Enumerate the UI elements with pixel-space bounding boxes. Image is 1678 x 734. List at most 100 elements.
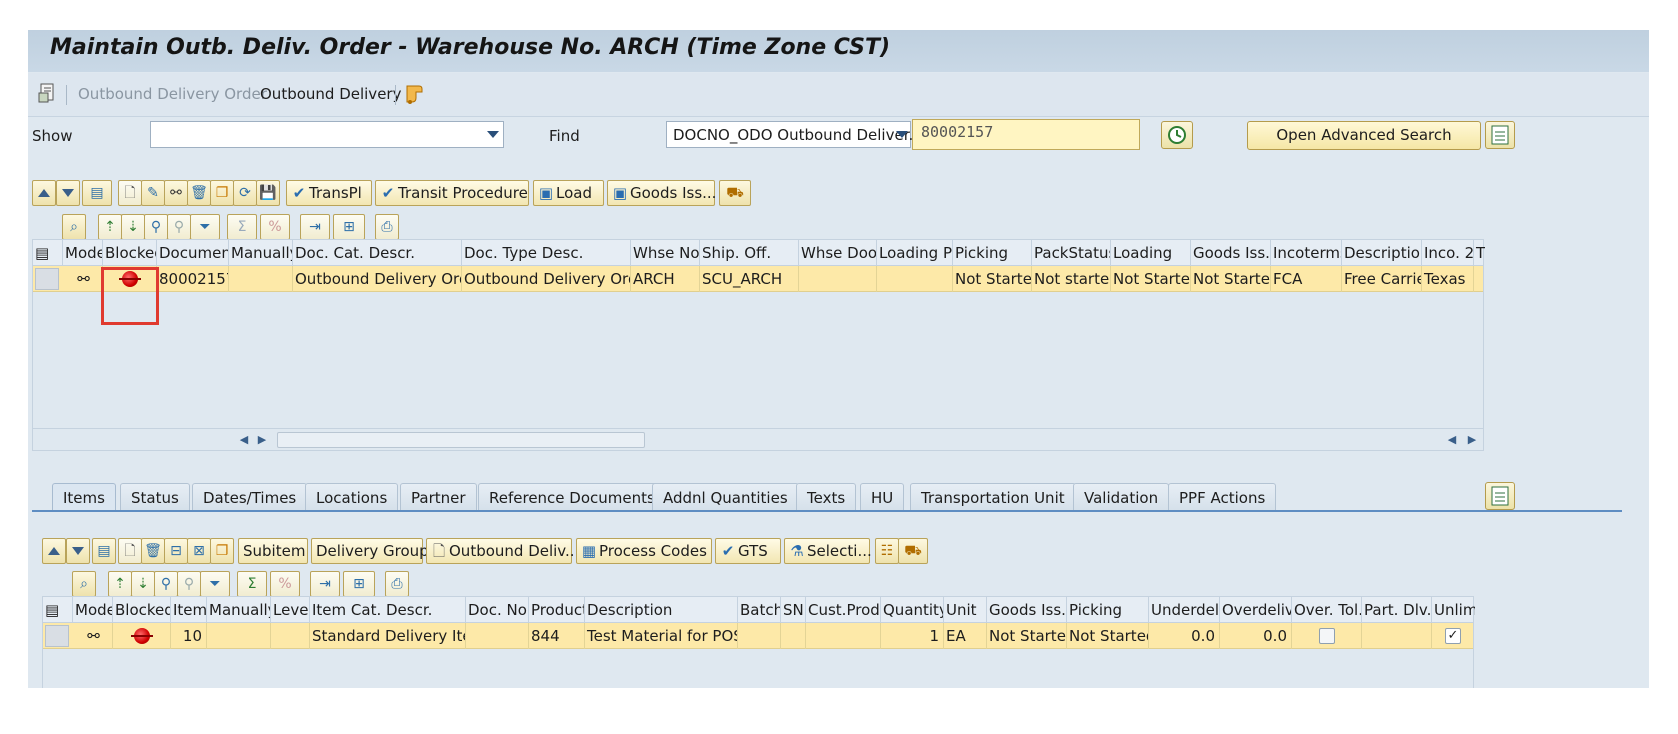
col-mode[interactable]: Mode — [73, 597, 113, 623]
col-packstatus[interactable]: PackStatus — [1032, 240, 1111, 266]
open-advanced-search-button[interactable]: Open Advanced Search — [1247, 121, 1481, 150]
col-picking[interactable]: Picking — [953, 240, 1032, 266]
col-overdeliv[interactable]: Overdeliv. — [1220, 597, 1292, 623]
scroll-thumb[interactable] — [277, 432, 645, 448]
col-description[interactable]: Description — [585, 597, 738, 623]
table-row[interactable]: ⚯ 10 Standard Delivery Item 844 Test Mat… — [43, 623, 1473, 649]
display-icon[interactable] — [38, 83, 56, 105]
mode-glasses-icon[interactable]: ⚯ — [63, 266, 103, 292]
col-goods-iss[interactable]: Goods Iss. — [987, 597, 1067, 623]
sort-descending-button[interactable]: ⇣ — [131, 571, 155, 597]
gts-button[interactable]: ✔ GTS — [715, 538, 781, 564]
copy-button[interactable]: ❐ — [210, 180, 234, 206]
sum-button[interactable]: Σ — [227, 214, 257, 240]
export-button[interactable]: ⇥ — [310, 571, 340, 597]
tab-settings-button[interactable] — [1485, 482, 1515, 510]
find-next-button[interactable]: ⚲ — [167, 214, 191, 240]
move-up-button[interactable] — [42, 538, 66, 564]
new-item-button[interactable]: 🗋 — [118, 538, 142, 564]
col-quantity[interactable]: Quantity — [881, 597, 944, 623]
col-doc-cat-descr[interactable]: Doc. Cat. Descr. — [293, 240, 462, 266]
filter-button[interactable]: ⏷ — [200, 571, 230, 597]
scroll-right-icon[interactable]: ▶ — [255, 433, 269, 447]
find-button[interactable]: ⚲ — [144, 214, 168, 240]
col-over-tol[interactable]: Over. Tol. — [1292, 597, 1362, 623]
display-mode-button[interactable]: ⚯ — [164, 180, 188, 206]
sum-button[interactable]: Σ — [237, 571, 267, 597]
col-item[interactable]: Item — [171, 597, 207, 623]
transpl-button[interactable]: ✔ TransPl — [286, 180, 372, 206]
col-cust-prod[interactable]: Cust.Prod. — [806, 597, 881, 623]
new-document-button[interactable]: 🗋 — [118, 180, 142, 206]
mode-glasses-icon[interactable]: ⚯ — [73, 623, 113, 649]
layout-button[interactable]: ⊞ — [333, 214, 365, 240]
save-button[interactable]: 💾 — [256, 180, 280, 206]
tab-ppf-actions[interactable]: PPF Actions — [1168, 483, 1277, 511]
tab-locations[interactable]: Locations — [305, 483, 399, 511]
col-picking[interactable]: Picking — [1067, 597, 1149, 623]
col-sn[interactable]: SN — [781, 597, 806, 623]
row-selector[interactable] — [35, 268, 59, 290]
delivery-group-button[interactable]: Delivery Group — [311, 538, 429, 564]
find-dropdown[interactable]: DOCNO_ODO Outbound Deliver.. — [666, 121, 918, 148]
delete-button[interactable]: 🗑 — [187, 180, 211, 206]
filter-button[interactable]: ⏷ — [190, 214, 220, 240]
move-down-button[interactable] — [66, 538, 90, 564]
details-button[interactable]: ▤ — [92, 538, 116, 564]
transport-menu-button[interactable]: ⛟ — [898, 538, 928, 564]
outbound-deliv-button[interactable]: 🗋 Outbound Deliv... — [426, 538, 579, 564]
tab-partner[interactable]: Partner — [400, 483, 477, 511]
column-chooser-icon[interactable]: ▤ — [43, 597, 73, 623]
sort-ascending-button[interactable]: ⇡ — [108, 571, 132, 597]
over-tol-checkbox[interactable] — [1319, 628, 1335, 644]
row-selector[interactable] — [45, 625, 69, 647]
col-unit[interactable]: Unit — [944, 597, 987, 623]
horizontal-scrollbar[interactable]: ◀ ▶ ◀ ▶ — [33, 428, 1483, 450]
col-ship-off[interactable]: Ship. Off. — [700, 240, 799, 266]
layout-button[interactable]: ⊞ — [343, 571, 375, 597]
find-next-button[interactable]: ⚲ — [177, 571, 201, 597]
col-loading[interactable]: Loading — [1111, 240, 1191, 266]
details-button[interactable]: ⌕ — [72, 571, 96, 597]
delete-item-button[interactable]: 🗑 — [141, 538, 165, 564]
details-button[interactable]: ▤ — [82, 180, 112, 206]
col-manually[interactable]: Manually — [229, 240, 293, 266]
col-document[interactable]: Document — [157, 240, 229, 266]
col-unlimit[interactable]: Unlimit — [1432, 597, 1475, 623]
tab-reference-documents[interactable]: Reference Documents — [478, 483, 666, 511]
table-row[interactable]: ⚯ 80002157 Outbound Delivery Order Outbo… — [33, 266, 1483, 292]
tab-items[interactable]: Items — [52, 483, 116, 511]
tab-hu[interactable]: HU — [860, 483, 905, 511]
tab-texts[interactable]: Texts — [796, 483, 857, 511]
col-goods-iss[interactable]: Goods Iss. — [1191, 240, 1271, 266]
goods-issue-button[interactable]: ▣ Goods Iss... — [607, 180, 716, 206]
tab-status[interactable]: Status — [120, 483, 190, 511]
cell-product[interactable]: 844 — [529, 623, 585, 649]
col-product[interactable]: Product — [529, 597, 585, 623]
subtotal-button[interactable]: % — [270, 571, 300, 597]
menu-outbound-delivery[interactable]: Outbound Delivery — [260, 85, 401, 103]
col-manually[interactable]: Manually — [207, 597, 271, 623]
col-description[interactable]: Description — [1342, 240, 1422, 266]
col-truncated[interactable]: T — [1474, 240, 1485, 266]
cell-document[interactable]: 80002157 — [157, 266, 229, 292]
col-blocked[interactable]: Blocked — [103, 240, 157, 266]
load-button[interactable]: ▣ Load — [533, 180, 604, 206]
tab-dates-times[interactable]: Dates/Times — [192, 483, 308, 511]
settings-button[interactable] — [1485, 121, 1515, 149]
print-preview-button[interactable]: ⎙ — [375, 214, 399, 240]
col-incoterms[interactable]: Incoterms — [1271, 240, 1342, 266]
column-chooser-icon[interactable]: ▤ — [33, 240, 63, 266]
col-level[interactable]: Level — [271, 597, 310, 623]
details-button[interactable]: ⌕ — [62, 214, 86, 240]
col-underdel[interactable]: Underdel. — [1149, 597, 1220, 623]
tab-validation[interactable]: Validation — [1073, 483, 1170, 511]
col-whse-no[interactable]: Whse No. — [631, 240, 700, 266]
move-down-button[interactable] — [56, 180, 80, 206]
sort-descending-button[interactable]: ⇣ — [121, 214, 145, 240]
copy-item-button[interactable]: ❐ — [210, 538, 234, 564]
hierarchy-button[interactable]: ☷ — [875, 538, 899, 564]
export-button[interactable]: ⇥ — [300, 214, 330, 240]
refresh-button[interactable]: ⟳ — [233, 180, 257, 206]
col-blocked[interactable]: Blocked — [113, 597, 171, 623]
